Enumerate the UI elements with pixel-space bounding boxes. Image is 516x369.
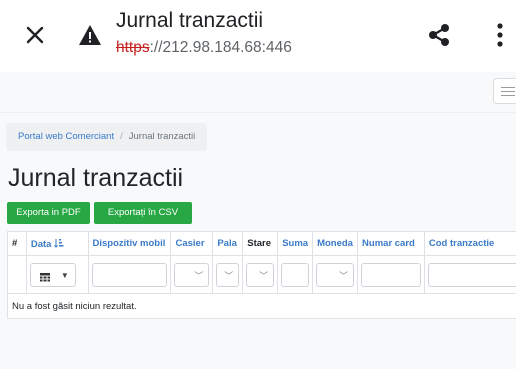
txn-code-filter-input[interactable] (427, 262, 516, 287)
share-icon[interactable] (424, 20, 454, 50)
filter-cell-date: ▼ (25, 255, 89, 294)
filter-cell-index (7, 255, 27, 294)
sort-icon[interactable] (54, 238, 64, 248)
chevron-down-icon: ▼ (60, 270, 69, 280)
breadcrumb: Portal web Comerciant / Jurnal tranzactii (6, 123, 208, 151)
url-scheme: https (116, 39, 150, 56)
status-filter-select[interactable]: ﹀ (246, 262, 275, 287)
currency-filter-select[interactable]: ﹀ (316, 262, 355, 287)
chevron-down-icon: ﹀ (224, 270, 234, 281)
export-csv-button[interactable]: Exportați în CSV (94, 202, 192, 224)
cashier-filter-select[interactable]: ﹀ (174, 262, 210, 287)
browser-url[interactable]: https://212.98.184.68:446 (116, 39, 292, 57)
column-header-cashier[interactable]: Casier (170, 231, 214, 256)
browser-toolbar: Jurnal tranzactii https://212.98.184.68:… (0, 0, 516, 72)
table-header-row: # Data Dispozitiv mobil Casier Pala Star… (7, 231, 516, 256)
navbar-divider (0, 112, 516, 113)
filter-cell-device (87, 255, 172, 294)
url-host: ://212.98.184.68:446 (149, 39, 292, 56)
column-header-index: # (7, 231, 27, 256)
column-header-amount[interactable]: Suma (277, 231, 314, 256)
column-header-date-label: Data (30, 238, 52, 250)
filter-cell-cashier: ﹀ (170, 255, 214, 294)
web-content: Portal web Comerciant / Jurnal tranzactii … (0, 72, 516, 369)
column-header-pala[interactable]: Pala (212, 231, 244, 256)
table-empty-row: Nu a fost găsit niciun rezultat. (7, 293, 516, 319)
column-header-status: Stare (242, 231, 279, 256)
column-header-card[interactable]: Numar card (357, 231, 425, 256)
filter-cell-currency: ﹀ (312, 255, 359, 294)
close-icon[interactable] (22, 22, 48, 48)
filter-cell-status: ﹀ (242, 255, 279, 294)
column-header-currency[interactable]: Moneda (312, 231, 359, 256)
more-vert-icon[interactable] (494, 20, 506, 50)
page-title: Jurnal tranzactii (8, 164, 184, 192)
filter-cell-pala: ﹀ (212, 255, 244, 294)
transactions-table: # Data Dispozitiv mobil Casier Pala Star… (7, 231, 516, 319)
chevron-down-icon: ﹀ (259, 270, 269, 281)
browser-page-title: Jurnal tranzactii (116, 9, 264, 32)
chevron-down-icon: ﹀ (339, 270, 349, 281)
calendar-icon (39, 270, 50, 281)
column-header-date[interactable]: Data (25, 231, 89, 256)
pala-filter-select[interactable]: ﹀ (216, 262, 240, 287)
breadcrumb-current: Jurnal tranzactii (128, 131, 196, 142)
empty-message: Nu a fost găsit niciun rezultat. (7, 293, 516, 319)
breadcrumb-home-link[interactable]: Portal web Comerciant (18, 131, 114, 142)
filter-cell-txn-code (423, 255, 516, 294)
column-header-txn-code[interactable]: Cod tranzactie (423, 231, 516, 256)
date-filter-picker[interactable]: ▼ (29, 262, 76, 287)
card-filter-input[interactable] (361, 262, 421, 287)
amount-filter-input[interactable] (281, 262, 310, 287)
filter-cell-card (357, 255, 425, 294)
hamburger-icon[interactable] (493, 78, 516, 104)
device-filter-input[interactable] (91, 262, 168, 287)
table-filter-row: ▼ ﹀ ﹀ ﹀ ﹀ (7, 255, 516, 294)
chevron-down-icon: ﹀ (194, 270, 204, 281)
filter-cell-amount (277, 255, 314, 294)
warning-icon (78, 24, 102, 46)
export-pdf-button[interactable]: Exporta in PDF (7, 202, 90, 224)
breadcrumb-separator: / (120, 131, 123, 142)
column-header-device[interactable]: Dispozitiv mobil (87, 231, 172, 256)
